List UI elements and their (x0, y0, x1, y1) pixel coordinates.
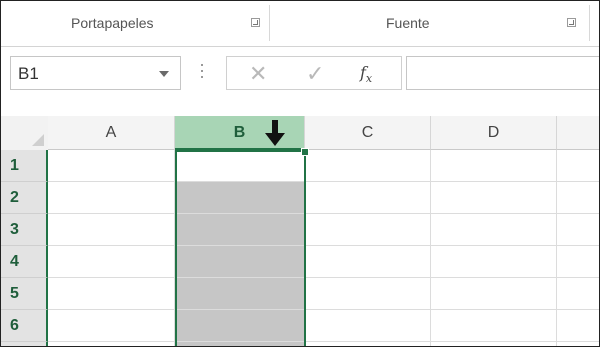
cell-d3[interactable] (431, 214, 557, 246)
cell-a7[interactable] (48, 342, 175, 346)
row-header-6[interactable]: 6 (1, 310, 48, 342)
cell-c6[interactable] (305, 310, 431, 342)
cell-e4[interactable] (557, 246, 599, 278)
cell-a4[interactable] (48, 246, 175, 278)
formula-bar-grip[interactable] (201, 64, 204, 82)
cell-c1[interactable] (305, 150, 431, 182)
column-header-c[interactable]: C (305, 116, 431, 150)
check-icon[interactable]: ✓ (306, 61, 324, 87)
fill-handle[interactable] (301, 148, 309, 156)
down-arrow-icon (265, 120, 285, 146)
chevron-down-icon[interactable] (159, 71, 169, 77)
cell-a5[interactable] (48, 278, 175, 310)
ribbon-group-fuente: Fuente (386, 15, 430, 31)
select-all-button[interactable] (1, 116, 48, 150)
cell-e3[interactable] (557, 214, 599, 246)
cell-d5[interactable] (431, 278, 557, 310)
column-header-d[interactable]: D (431, 116, 557, 150)
cell-d1[interactable] (431, 150, 557, 182)
cell-c7[interactable] (305, 342, 431, 346)
worksheet-grid: A B C D 1 2 3 4 5 6 (1, 116, 599, 346)
cell-d2[interactable] (431, 182, 557, 214)
dialog-launcher-icon[interactable] (251, 18, 260, 27)
cell-c2[interactable] (305, 182, 431, 214)
formula-buttons: ✕ ✓ fx (226, 56, 402, 90)
cell-c3[interactable] (305, 214, 431, 246)
name-box-value: B1 (18, 64, 39, 83)
cell-e7[interactable] (557, 342, 599, 346)
group-separator (269, 5, 270, 41)
group-separator (589, 5, 590, 41)
excel-window: Portapapeles Fuente B1 ✕ ✓ fx A B C D 1 … (0, 0, 600, 347)
cell-c5[interactable] (305, 278, 431, 310)
row-header-2[interactable]: 2 (1, 182, 48, 214)
row-header-7-partial[interactable] (1, 342, 48, 346)
row-header-3[interactable]: 3 (1, 214, 48, 246)
cell-a3[interactable] (48, 214, 175, 246)
cancel-icon[interactable]: ✕ (249, 61, 267, 87)
cell-e5[interactable] (557, 278, 599, 310)
cell-d7[interactable] (431, 342, 557, 346)
row-header-4[interactable]: 4 (1, 246, 48, 278)
cell-a2[interactable] (48, 182, 175, 214)
cell-a1[interactable] (48, 150, 175, 182)
row-header-1[interactable]: 1 (1, 150, 48, 182)
column-header-e-partial[interactable] (557, 116, 599, 150)
cell-c4[interactable] (305, 246, 431, 278)
name-box[interactable]: B1 (10, 56, 181, 90)
cell-a6[interactable] (48, 310, 175, 342)
ribbon-group-bar: Portapapeles Fuente (1, 1, 599, 47)
formula-bar: B1 ✕ ✓ fx (1, 47, 599, 113)
cell-d4[interactable] (431, 246, 557, 278)
column-header-a[interactable]: A (48, 116, 175, 150)
cell-d6[interactable] (431, 310, 557, 342)
cell-e1[interactable] (557, 150, 599, 182)
cell-e6[interactable] (557, 310, 599, 342)
fx-icon[interactable]: fx (360, 63, 372, 85)
selection-border (175, 150, 306, 346)
row-header-5[interactable]: 5 (1, 278, 48, 310)
cell-e2[interactable] (557, 182, 599, 214)
ribbon-group-portapapeles: Portapapeles (71, 15, 154, 31)
formula-input[interactable] (406, 56, 599, 90)
dialog-launcher-icon[interactable] (567, 18, 576, 27)
